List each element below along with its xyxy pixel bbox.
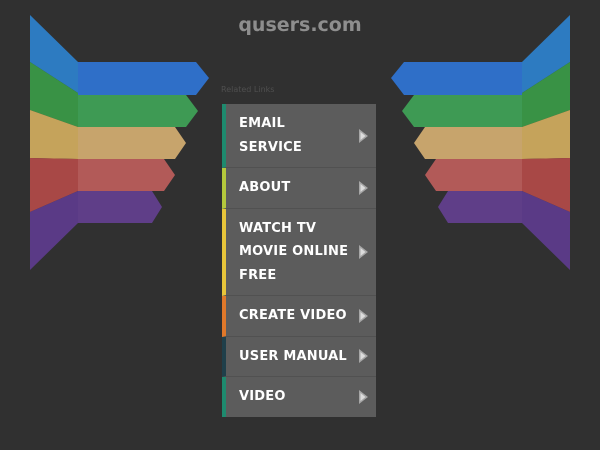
- chevron-right-icon: [359, 349, 368, 364]
- menu-item-email-service[interactable]: EMAIL SERVICE: [222, 104, 376, 168]
- menu-item-label: EMAIL SERVICE: [239, 116, 302, 155]
- right-wing-bar-green: [402, 95, 522, 127]
- menu-item-label: CREATE VIDEO: [239, 308, 347, 323]
- right-wing-bar-tan: [414, 127, 522, 159]
- menu-item-about[interactable]: ABOUT: [222, 168, 376, 209]
- related-links-menu: EMAIL SERVICE ABOUT WATCH TV MOVIE ONLIN…: [222, 104, 376, 417]
- left-wing-bar-purple: [78, 191, 162, 223]
- right-wing-bar-blue: [391, 62, 522, 95]
- right-wing-bar-purple: [438, 191, 522, 223]
- left-wing-bar-tan: [78, 127, 186, 159]
- menu-item-create-video[interactable]: CREATE VIDEO: [222, 296, 376, 337]
- chevron-right-icon: [359, 128, 368, 143]
- chevron-right-icon: [359, 180, 368, 195]
- menu-item-watch-tv-movie-online-free[interactable]: WATCH TV MOVIE ONLINE FREE: [222, 208, 376, 296]
- chevron-right-icon: [359, 244, 368, 259]
- related-links-label: Related Links: [221, 85, 275, 94]
- chevron-right-icon: [359, 308, 368, 323]
- menu-item-user-manual[interactable]: USER MANUAL: [222, 336, 376, 377]
- menu-item-label: USER MANUAL: [239, 348, 347, 364]
- menu-item-label: WATCH TV MOVIE ONLINE FREE: [239, 220, 349, 283]
- chevron-right-icon: [359, 389, 368, 404]
- menu-item-video[interactable]: VIDEO: [222, 377, 376, 417]
- right-wing-bar-red: [425, 159, 522, 191]
- left-wing-bar-green: [78, 95, 198, 127]
- menu-item-label: VIDEO: [239, 389, 286, 404]
- menu-item-label: ABOUT: [239, 180, 291, 195]
- left-wing-bar-blue: [78, 62, 209, 95]
- left-wing-bar-red: [78, 159, 175, 191]
